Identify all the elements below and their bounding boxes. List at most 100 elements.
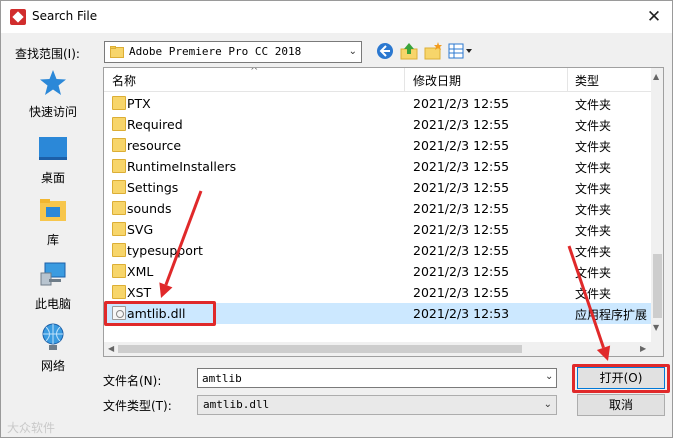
folder-icon	[112, 117, 126, 131]
table-row[interactable]: Required 2021/2/3 12:55 文件夹	[104, 114, 651, 135]
window-title: Search File	[32, 9, 98, 23]
scroll-up-icon[interactable]: ▲	[653, 72, 659, 81]
place-network[interactable]: 网络	[9, 321, 97, 381]
star-icon	[40, 70, 66, 95]
table-row[interactable]: SVG 2021/2/3 12:55 文件夹	[104, 219, 651, 240]
file-name-cell: XML	[127, 264, 154, 279]
library-icon	[40, 199, 66, 221]
close-button[interactable]: ✕	[641, 5, 667, 29]
file-type-cell: 文件夹	[575, 98, 612, 112]
scroll-thumb[interactable]	[118, 345, 522, 353]
column-header-date[interactable]: 修改日期	[413, 72, 461, 89]
folder-icon	[110, 46, 124, 58]
scroll-left-icon[interactable]: ◀	[108, 344, 114, 353]
table-row[interactable]: XST 2021/2/3 12:55 文件夹	[104, 282, 651, 303]
folder-icon	[112, 285, 126, 299]
place-label: 此电脑	[34, 297, 71, 311]
folder-icon	[112, 159, 126, 173]
desktop-icon	[39, 137, 67, 160]
folder-icon	[112, 222, 126, 236]
table-row[interactable]: typesupport 2021/2/3 12:55 文件夹	[104, 240, 651, 261]
watermark: 大众软件	[7, 421, 56, 435]
table-row[interactable]: RuntimeInstallers 2021/2/3 12:55 文件夹	[104, 156, 651, 177]
file-name-cell: sounds	[127, 201, 172, 216]
table-row[interactable]: sounds 2021/2/3 12:55 文件夹	[104, 198, 651, 219]
table-row[interactable]: resource 2021/2/3 12:55 文件夹	[104, 135, 651, 156]
date-modified-cell: 2021/2/3 12:55	[413, 243, 510, 258]
folder-icon	[112, 96, 126, 110]
new-folder-icon[interactable]	[423, 41, 443, 61]
places-bar: 快速访问 桌面 库 此电脑 网络	[9, 67, 97, 377]
file-type-cell: 文件夹	[575, 287, 612, 301]
file-name-cell: resource	[127, 138, 182, 153]
file-name-label: 文件名(N):	[103, 374, 162, 388]
look-in-label: 查找范围(I):	[15, 47, 80, 61]
date-modified-cell: 2021/2/3 12:55	[413, 117, 510, 132]
sort-ascending-icon: ^	[250, 67, 259, 77]
chevron-down-icon[interactable]: ⌄	[545, 371, 553, 382]
date-modified-cell: 2021/2/3 12:55	[413, 180, 510, 195]
vertical-scrollbar[interactable]: ▲ ▼	[651, 68, 663, 342]
file-list-header: ^ 名称 修改日期 类型	[104, 68, 651, 92]
scroll-thumb[interactable]	[653, 254, 662, 318]
folder-icon	[112, 243, 126, 257]
table-row[interactable]: PTX 2021/2/3 12:55 文件夹	[104, 93, 651, 114]
folder-icon	[112, 201, 126, 215]
file-type-cell: 文件夹	[575, 245, 612, 259]
view-menu-icon[interactable]	[447, 41, 473, 61]
file-name-cell: RuntimeInstallers	[127, 159, 237, 174]
file-name-cell: SVG	[127, 222, 154, 237]
table-row[interactable]: XML 2021/2/3 12:55 文件夹	[104, 261, 651, 282]
chevron-down-icon: ⌄	[543, 399, 552, 410]
highlight-box-dll	[104, 301, 216, 326]
date-modified-cell: 2021/2/3 12:55	[413, 96, 510, 111]
file-name-cell: Required	[127, 117, 183, 132]
file-name-cell: typesupport	[127, 243, 203, 258]
scroll-down-icon[interactable]: ▼	[653, 323, 659, 332]
scroll-right-icon[interactable]: ▶	[640, 344, 646, 353]
back-icon[interactable]	[375, 41, 395, 61]
cancel-button[interactable]: 取消	[577, 394, 665, 416]
place-library[interactable]: 库	[9, 195, 97, 255]
place-label: 网络	[40, 359, 65, 373]
folder-icon	[112, 138, 126, 152]
place-desktop[interactable]: 桌面	[9, 133, 97, 193]
file-type-cell: 文件夹	[575, 266, 612, 280]
place-label: 桌面	[40, 171, 65, 185]
file-type-cell: 文件夹	[575, 182, 612, 196]
scrollbar-corner	[651, 342, 663, 356]
place-this-pc[interactable]: 此电脑	[9, 259, 97, 319]
file-type-cell: 文件夹	[575, 119, 612, 133]
table-row[interactable]: Settings 2021/2/3 12:55 文件夹	[104, 177, 651, 198]
date-modified-cell: 2021/2/3 12:55	[413, 138, 510, 153]
column-divider[interactable]	[404, 68, 405, 92]
look-in-combo[interactable]: Adobe Premiere Pro CC 2018 ⌄	[104, 41, 362, 63]
date-modified-cell: 2021/2/3 12:55	[413, 222, 510, 237]
folder-icon	[112, 180, 126, 194]
computer-icon	[40, 262, 66, 286]
date-modified-cell: 2021/2/3 12:55	[413, 201, 510, 216]
file-type-cell: 应用程序扩展	[575, 308, 648, 322]
network-icon	[42, 323, 64, 350]
file-type-value: amtlib.dll	[203, 398, 270, 411]
file-name-input[interactable]	[197, 368, 557, 388]
date-modified-cell: 2021/2/3 12:55	[413, 285, 510, 300]
column-header-name[interactable]: 名称	[112, 72, 136, 89]
file-type-select[interactable]: amtlib.dll ⌄	[197, 395, 557, 415]
file-type-cell: 文件夹	[575, 224, 612, 238]
date-modified-cell: 2021/2/3 12:53	[413, 306, 510, 321]
file-name-cell: PTX	[127, 96, 151, 111]
date-modified-cell: 2021/2/3 12:55	[413, 159, 510, 174]
title-bar: Search File ✕	[1, 1, 672, 33]
place-label: 库	[46, 233, 59, 247]
column-divider[interactable]	[567, 68, 568, 92]
up-folder-icon[interactable]	[399, 41, 419, 61]
file-name-cell: XST	[127, 285, 152, 300]
search-file-dialog: Search File ✕ 查找范围(I): Adobe Premiere Pr…	[0, 0, 673, 438]
horizontal-scrollbar[interactable]: ◀ ▶	[104, 342, 651, 356]
place-label: 快速访问	[28, 105, 77, 119]
file-type-cell: 文件夹	[575, 161, 612, 175]
place-quick-access[interactable]: 快速访问	[9, 67, 97, 127]
column-header-type[interactable]: 类型	[575, 72, 599, 89]
file-name-cell: Settings	[127, 180, 179, 195]
